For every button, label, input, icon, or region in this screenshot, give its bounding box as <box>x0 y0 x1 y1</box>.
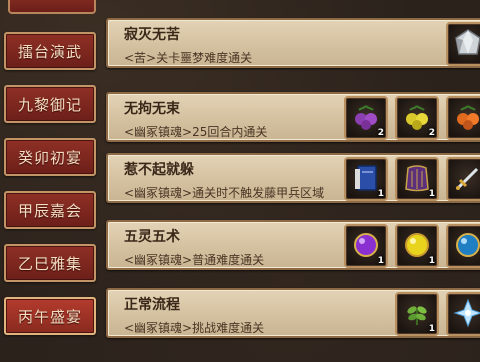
sidebar-tab-bingwu-shengyan[interactable]: 丙午盛宴 <box>4 297 96 335</box>
blue-book-icon <box>355 165 377 191</box>
achievement-row: 五灵五术 <幽冢镇魂>普通难度通关 1 1 <box>106 220 480 270</box>
sidebar-tab-jiachen-jiahui[interactable]: 甲辰嘉会 <box>4 191 96 229</box>
green-herb-icon <box>407 306 427 325</box>
silver-gem-icon <box>455 29 480 55</box>
gold-sword-icon <box>455 167 479 191</box>
reward-count: 2 <box>428 128 435 138</box>
reward-count: 1 <box>377 256 384 266</box>
achievement-row: 寂灭无苦 <苦>关卡噩梦难度通关 <box>106 18 480 68</box>
reward-count: 1 <box>428 189 435 199</box>
achievement-desc: <苦>关卡噩梦难度通关 <box>124 51 253 65</box>
reward-slot[interactable]: 1 <box>395 157 439 201</box>
yellow-orb-icon <box>405 233 429 257</box>
sidebar-tab-partial[interactable] <box>8 0 96 14</box>
reward-slot[interactable] <box>446 96 480 140</box>
reward-slot[interactable] <box>446 22 480 66</box>
purple-armor-icon <box>405 165 429 192</box>
sidebar-tab-leitai-yanwu[interactable]: 擂台演武 <box>4 32 96 70</box>
sidebar-tab-yisi-yaji[interactable]: 乙巳雅集 <box>4 244 96 282</box>
reward-count: 1 <box>377 189 384 199</box>
sidebar-tab-label: 丙午盛宴 <box>17 307 82 326</box>
reward-slot[interactable] <box>446 292 480 336</box>
reward-slot[interactable]: 2 <box>344 96 388 140</box>
sidebar-tab-guimao-chuyan[interactable]: 癸卯初宴 <box>4 138 96 176</box>
sidebar-tab-label: 甲辰嘉会 <box>17 201 82 220</box>
event-sidebar: 擂台演武 九黎御记 癸卯初宴 甲辰嘉会 乙巳雅集 丙午盛宴 <box>0 0 104 362</box>
reward-slot[interactable]: 1 <box>395 292 439 336</box>
reward-slot[interactable]: 1 <box>344 157 388 201</box>
reward-slot[interactable] <box>446 157 480 201</box>
reward-count: 2 <box>377 128 384 138</box>
achievement-title: 寂灭无苦 <box>124 27 180 43</box>
sidebar-tab-label: 九黎御记 <box>17 95 82 114</box>
blue-orb-icon <box>456 233 480 257</box>
achievement-title: 五灵五术 <box>124 229 180 245</box>
purple-fruit-icon <box>355 105 377 130</box>
achievement-desc: <幽冢镇魂>挑战难度通关 <box>124 321 265 335</box>
achievement-desc: <幽冢镇魂>通关时不触发藤甲兵区域 <box>124 186 325 200</box>
reward-slot[interactable]: 1 <box>344 224 388 268</box>
achievement-title: 无拘无束 <box>124 101 180 117</box>
reward-slot[interactable]: 1 <box>395 224 439 268</box>
sidebar-tab-label: 癸卯初宴 <box>17 148 82 167</box>
sidebar-tab-jiuli-yuji[interactable]: 九黎御记 <box>4 85 96 123</box>
ice-crystal-icon <box>453 298 480 328</box>
reward-slot[interactable] <box>446 224 480 268</box>
reward-slot[interactable]: 2 <box>395 96 439 140</box>
achievement-row: 无拘无束 <幽冢镇魂>25回合内通关 2 2 <box>106 92 480 142</box>
achievement-row: 正常流程 <幽冢镇魂>挑战难度通关 1 <box>106 288 480 338</box>
achievement-desc: <幽冢镇魂>普通难度通关 <box>124 253 265 267</box>
reward-count: 1 <box>428 324 435 334</box>
achievement-row: 惹不起就躲 <幽冢镇魂>通关时不触发藤甲兵区域 1 1 <box>106 153 480 203</box>
purple-orb-icon <box>354 233 378 257</box>
achievement-desc: <幽冢镇魂>25回合内通关 <box>124 125 268 139</box>
sidebar-tab-label: 擂台演武 <box>17 42 82 61</box>
yellow-fruit-icon <box>406 105 428 130</box>
sidebar-tab-label: 乙巳雅集 <box>17 254 82 273</box>
orange-fruit-icon <box>457 105 479 130</box>
reward-count: 1 <box>428 256 435 266</box>
achievement-title: 惹不起就躲 <box>124 162 194 178</box>
achievement-title: 正常流程 <box>124 297 180 313</box>
